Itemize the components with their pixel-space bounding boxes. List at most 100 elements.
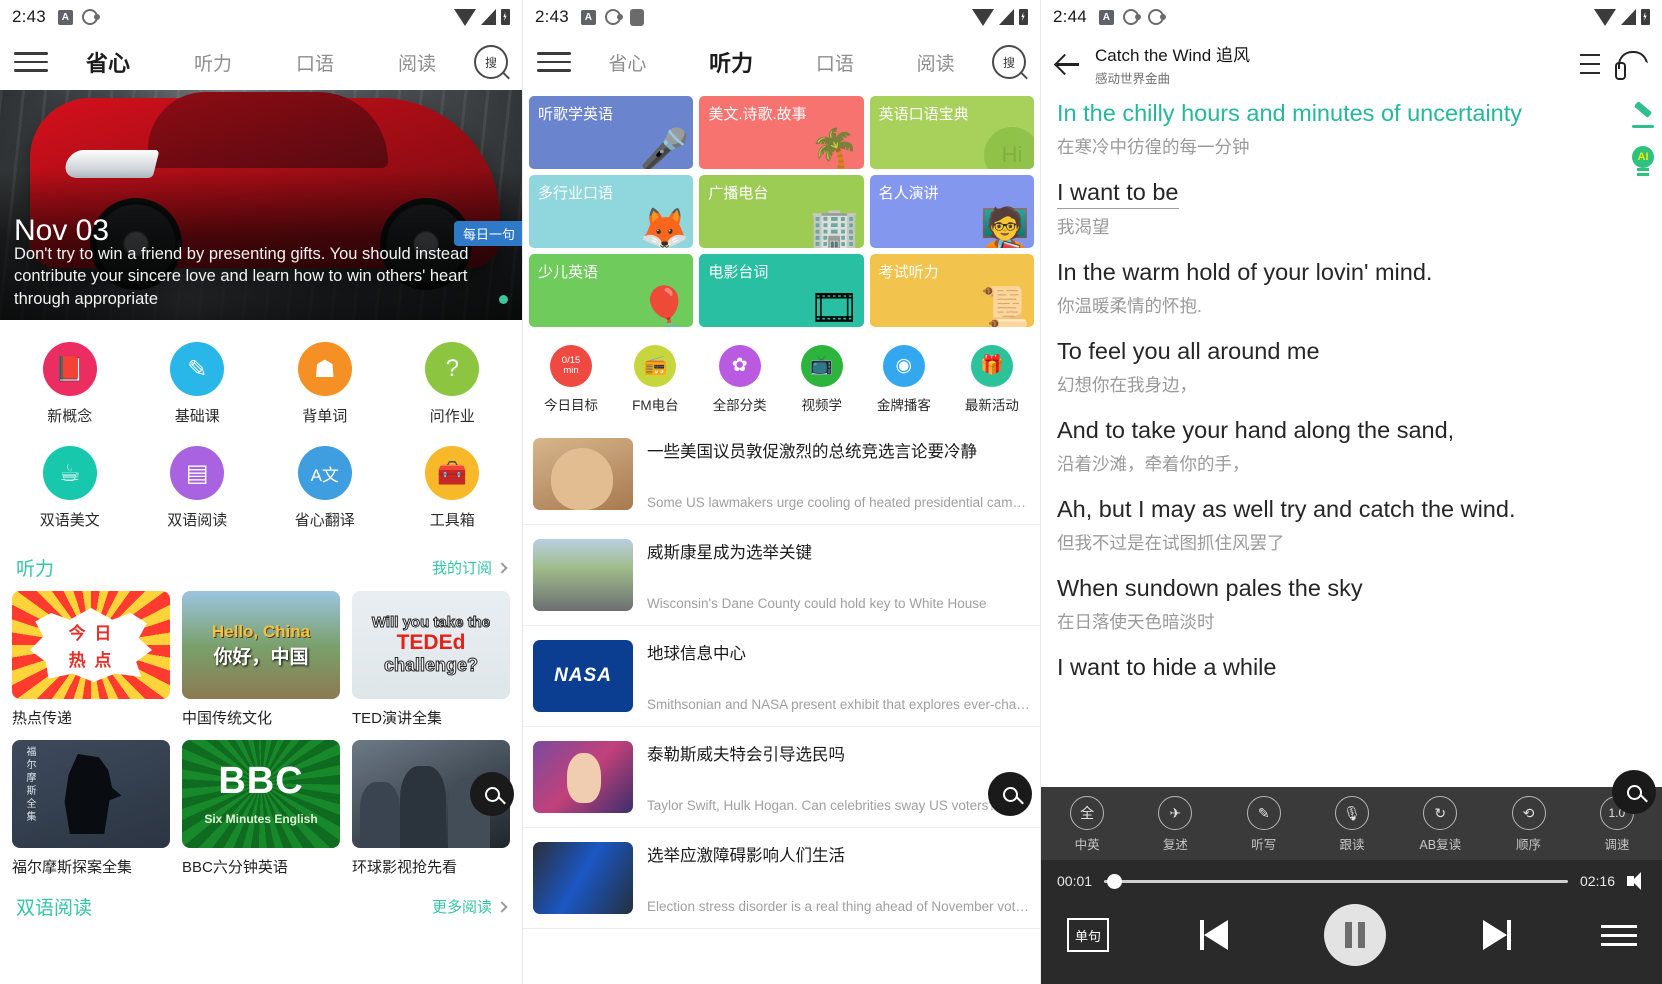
- news-row[interactable]: 选举应激障碍影响人们生活 Election stress disorder is…: [523, 828, 1040, 929]
- nasa-logo: NASA: [533, 640, 633, 712]
- function-fm-radio[interactable]: 📻 FM电台: [632, 345, 679, 414]
- category-tile-spoken-treasury[interactable]: 英语口语宝典 Hi: [869, 96, 1034, 169]
- tab-yuedu[interactable]: 阅读: [398, 49, 436, 76]
- news-row[interactable]: 泰勒斯威夫特会引导选民吗 Taylor Swift, Hulk Hogan. C…: [523, 727, 1040, 828]
- player-tool-label: 顺序: [1516, 838, 1542, 852]
- my-subscriptions-link[interactable]: 我的订阅: [432, 557, 508, 578]
- quick-entry-xingainian[interactable]: 📕 新概念: [6, 334, 134, 438]
- tile-label: 名人演讲: [878, 185, 939, 202]
- player-tool-label: 调速: [1604, 838, 1630, 852]
- lyrics-header: Catch the Wind 追风 感动世界金曲: [1041, 34, 1662, 94]
- lyric-line[interactable]: In the chilly hours and minutes of uncer…: [1057, 98, 1644, 159]
- lyric-line[interactable]: I want to be 我渴望: [1057, 177, 1644, 239]
- lyric-line[interactable]: And to take your hand along the sand, 沿着…: [1057, 415, 1644, 476]
- listening-card[interactable]: 福尔摩斯全集 福尔摩斯探案全集: [12, 740, 170, 877]
- quick-entry-jichuke[interactable]: ✎ 基础课: [134, 334, 262, 438]
- pause-icon[interactable]: [1324, 904, 1386, 966]
- lyric-line[interactable]: To feel you all around me 幻想你在我身边，: [1057, 336, 1644, 397]
- progress-knob[interactable]: [1106, 873, 1122, 889]
- tab-shengxin[interactable]: 省心: [86, 46, 130, 78]
- card-title: 热点传递: [12, 710, 73, 727]
- news-row[interactable]: 一些美国议员敦促激烈的总统竞选言论要冷静 Some US lawmakers u…: [523, 424, 1040, 525]
- lyric-en: In the warm hold of your lovin' mind.: [1057, 259, 1433, 286]
- player-tool-ab-repeat[interactable]: ↻ AB复读: [1405, 796, 1475, 853]
- search-icon[interactable]: 搜: [992, 45, 1026, 79]
- function-all-categories[interactable]: ✿ 全部分类: [713, 345, 767, 414]
- category-tile-essays-poems[interactable]: 美文.诗歌.故事 🌴: [699, 96, 864, 169]
- battery-icon: [1019, 9, 1028, 25]
- news-title-en: Wisconsin's Dane County could hold key t…: [647, 596, 987, 611]
- search-fab-icon[interactable]: [988, 772, 1032, 816]
- lyric-en: Ah, but I may as well try and catch the …: [1057, 496, 1516, 523]
- player-tool-bilingual[interactable]: 全 中英: [1052, 796, 1122, 853]
- pencil-icon[interactable]: [1630, 104, 1656, 130]
- card-art-line2: Six Minutes English: [204, 812, 318, 826]
- lyric-line[interactable]: Ah, but I may as well try and catch the …: [1057, 494, 1644, 555]
- news-row[interactable]: 威斯康星成为选举关键 Wisconsin's Dane County could…: [523, 525, 1040, 626]
- hamburger-icon[interactable]: [537, 52, 571, 72]
- back-arrow-icon[interactable]: [1055, 51, 1081, 77]
- signal-icon: [481, 9, 496, 25]
- progress-slider[interactable]: [1104, 873, 1568, 889]
- news-row[interactable]: NASA 地球信息中心 Smithsonian and NASA present…: [523, 626, 1040, 727]
- category-tile-grid: 听歌学英语 🎤 美文.诗歌.故事 🌴 英语口语宝典 Hi 多行业口语 🦊 广播电…: [523, 90, 1040, 333]
- ai-bulb-icon[interactable]: AI: [1630, 146, 1656, 176]
- function-video-learning[interactable]: 📺 视频学: [800, 345, 843, 414]
- quick-entry-shuangyuyuedu[interactable]: ▤ 双语阅读: [134, 438, 262, 542]
- hamburger-icon[interactable]: [14, 52, 48, 72]
- category-tile-song-english[interactable]: 听歌学英语 🎤: [529, 96, 694, 169]
- category-tile-industry-spoken[interactable]: 多行业口语 🦊: [529, 175, 694, 248]
- search-fab-icon[interactable]: [1612, 770, 1656, 814]
- order-icon: ⟲: [1511, 796, 1546, 830]
- more-reading-label: 更多阅读: [431, 899, 492, 916]
- more-reading-link[interactable]: 更多阅读: [431, 896, 508, 917]
- function-gold-podcast[interactable]: ◉ 金牌播客: [877, 345, 931, 414]
- menu-icon[interactable]: [1601, 924, 1637, 946]
- lyric-line[interactable]: In the warm hold of your lovin' mind. 你温…: [1057, 257, 1644, 318]
- category-tile-kids-english[interactable]: 少儿英语 🎈: [529, 254, 694, 327]
- panel-home: 2:43 A 省心 听力 口语 阅读 搜 每日一句 Nov 03 Don't t…: [0, 0, 522, 984]
- function-label: FM电台: [632, 398, 679, 413]
- tab-shengxin[interactable]: 省心: [608, 49, 646, 76]
- quote-expand-dot[interactable]: [499, 295, 508, 304]
- tab-tingli[interactable]: 听力: [194, 49, 232, 76]
- previous-track-icon[interactable]: [1199, 920, 1234, 950]
- listening-card[interactable]: Will you take the TEDEd challenge? TED演讲…: [352, 591, 510, 728]
- listening-card[interactable]: BBC Six Minutes English BBC六分钟英语: [182, 740, 340, 877]
- player-tool-dictation[interactable]: ✎ 听写: [1229, 796, 1299, 853]
- search-icon[interactable]: 搜: [474, 45, 508, 79]
- tab-kouyu[interactable]: 口语: [816, 49, 854, 76]
- quick-entry-gongjuxiang[interactable]: 🧰 工具箱: [389, 438, 517, 542]
- tab-yuedu[interactable]: 阅读: [917, 49, 955, 76]
- playlist-icon[interactable]: [1574, 54, 1600, 74]
- search-fab-icon[interactable]: [470, 772, 514, 816]
- quick-entry-shengxinfanyi[interactable]: A文 省心翻译: [261, 438, 389, 542]
- category-tile-famous-speech[interactable]: 名人演讲 🧑‍🏫: [869, 175, 1034, 248]
- player-tool-readalong[interactable]: 🎙 跟读: [1317, 796, 1387, 853]
- headphone-icon[interactable]: [1614, 51, 1648, 80]
- volume-icon[interactable]: [1627, 872, 1647, 890]
- daily-quote-hero[interactable]: 每日一句 Nov 03 Don't try to win a friend by…: [0, 90, 522, 320]
- battery-icon: [1641, 9, 1650, 25]
- category-tile-exam-listening[interactable]: 考试听力 📜: [869, 254, 1034, 327]
- listening-card[interactable]: 今 日 热 点 热点传递: [12, 591, 170, 728]
- player-tool-retell[interactable]: ✈ 复述: [1140, 796, 1210, 853]
- quick-entry-shuangyumeiwen[interactable]: ☕ 双语美文: [6, 438, 134, 542]
- next-track-icon[interactable]: [1477, 920, 1511, 950]
- tile-label: 电影台词: [708, 264, 769, 281]
- function-daily-goal[interactable]: 0/15 min 今日目标: [544, 345, 598, 414]
- quick-entry-wenzuoye[interactable]: ? 问作业: [389, 334, 517, 438]
- lyric-line[interactable]: I want to hide a while: [1057, 652, 1644, 683]
- function-latest-activity[interactable]: 🎁 最新活动: [965, 345, 1019, 414]
- tab-tingli[interactable]: 听力: [709, 46, 753, 78]
- tab-kouyu[interactable]: 口语: [296, 49, 334, 76]
- category-tile-radio-station[interactable]: 广播电台 🏢: [699, 175, 864, 248]
- listening-card[interactable]: Hello, China 你好，中国 中国传统文化: [182, 591, 340, 728]
- quick-entry-beidanci[interactable]: ☗ 背单词: [261, 334, 389, 438]
- news-title-en: Some US lawmakers urge cooling of heated…: [647, 495, 1030, 510]
- player-tool-order[interactable]: ⟲ 顺序: [1494, 796, 1564, 853]
- category-tile-movie-lines[interactable]: 电影台词 🎞: [699, 254, 864, 327]
- loop-mode-button[interactable]: 单句: [1067, 918, 1109, 952]
- status-bar-3: 2:44 A: [1041, 0, 1662, 34]
- lyric-line[interactable]: When sundown pales the sky 在日落使天色暗淡时: [1057, 573, 1644, 634]
